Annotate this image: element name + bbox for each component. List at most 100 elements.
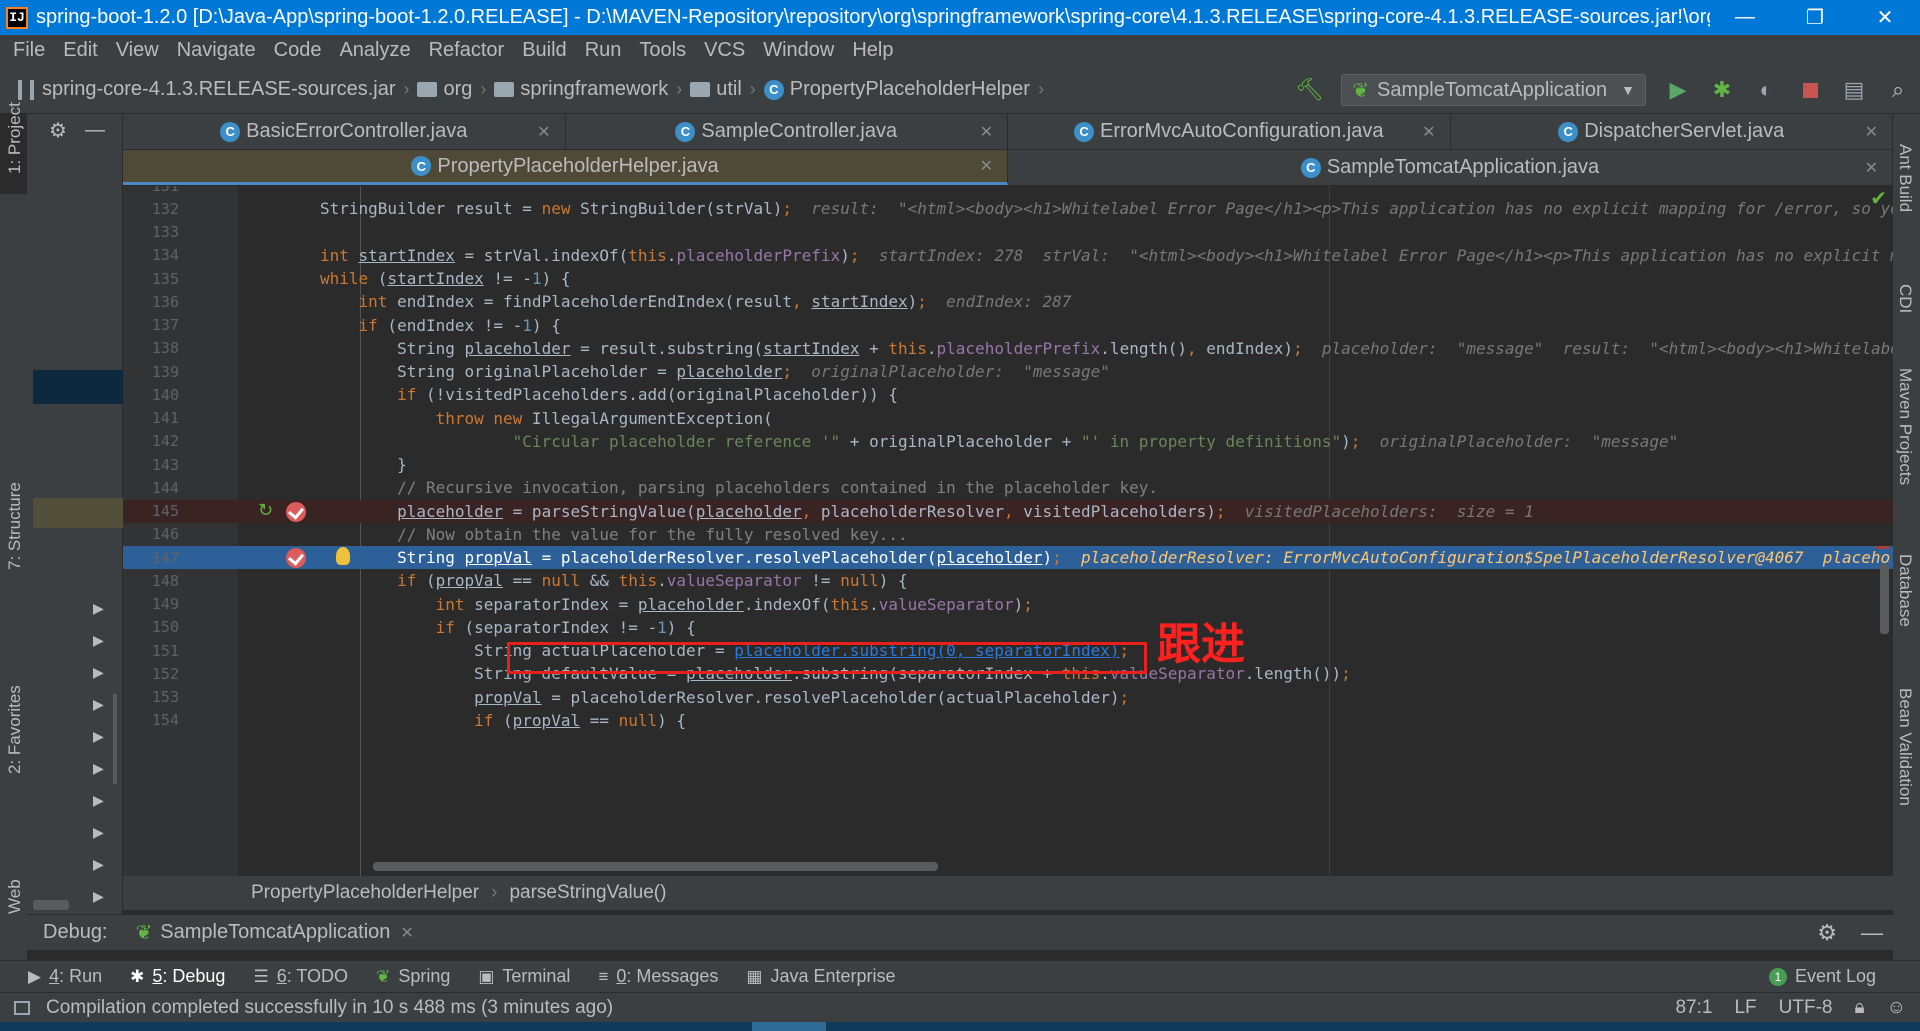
close-icon[interactable]: ✕ xyxy=(980,122,993,142)
gear-icon[interactable]: ⚙ xyxy=(49,118,67,143)
tree-expand-icon[interactable]: ▶ xyxy=(93,824,104,841)
run-configuration-selector[interactable]: ❦ SampleTomcatApplication ▼ xyxy=(1341,74,1646,106)
editor-vertical-scrollbar[interactable] xyxy=(1880,564,1889,634)
code-line[interactable]: 140 if (!visitedPlaceholders.add(origina… xyxy=(123,383,1893,406)
debug-icon[interactable]: ✱ xyxy=(1708,76,1736,104)
caret-position[interactable]: 87:1 xyxy=(1675,997,1712,1019)
tab-property-placeholder-helper[interactable]: C PropertyPlaceholderHelper.java ✕ xyxy=(123,150,1008,185)
breadcrumb-class[interactable]: PropertyPlaceholderHelper xyxy=(251,882,479,904)
collapse-icon[interactable]: — xyxy=(85,119,105,142)
code-line[interactable]: 132 StringBuilder result = new StringBuil… xyxy=(123,197,1893,220)
menu-code[interactable]: Code xyxy=(265,39,331,62)
code-line[interactable]: 149 int separatorIndex = placeholder.ind… xyxy=(123,593,1893,616)
close-icon[interactable]: ✕ xyxy=(1865,158,1878,178)
restore-button[interactable]: ❐ xyxy=(1780,0,1850,35)
tab-dispatcher-servlet[interactable]: C DispatcherServlet.java ✕ xyxy=(1451,114,1893,149)
close-icon[interactable]: ✕ xyxy=(1865,122,1878,142)
ant-build-tool-button[interactable]: Ant Build xyxy=(1895,144,1915,212)
todo-tool-button[interactable]: ☰ 6: TODO xyxy=(253,966,348,987)
maven-projects-tool-button[interactable]: Maven Projects xyxy=(1895,368,1915,485)
breakpoint-icon[interactable] xyxy=(286,501,306,522)
code-line[interactable]: 135 while (startIndex != -1) { xyxy=(123,267,1893,290)
hector-icon[interactable]: ☺ xyxy=(1887,997,1906,1019)
tree-expand-icon[interactable]: ▶ xyxy=(93,888,104,905)
rerun-icon[interactable]: ↻ xyxy=(258,500,273,521)
tree-expand-icon[interactable]: ▶ xyxy=(93,760,104,777)
project-vertical-scrollbar[interactable] xyxy=(113,694,117,784)
breakpoint-icon[interactable] xyxy=(286,548,306,568)
menu-navigate[interactable]: Navigate xyxy=(168,39,265,62)
project-horizontal-scrollbar[interactable] xyxy=(33,900,69,910)
inspection-ok-icon[interactable]: ✔ xyxy=(1870,186,1887,211)
favorites-tool-button[interactable]: 2: Favorites xyxy=(5,685,25,774)
nav-crumb-class[interactable]: C PropertyPlaceholderHelper › xyxy=(763,78,1044,101)
close-icon[interactable]: ✕ xyxy=(400,923,413,943)
nav-crumb-springframework[interactable]: springframework › xyxy=(494,78,682,101)
minimize-panel-icon[interactable]: — xyxy=(1861,920,1883,946)
code-line[interactable]: 147 String propVal = placeholderResolver… xyxy=(123,546,1893,570)
run-icon[interactable]: ▶ xyxy=(1664,76,1692,104)
menu-edit[interactable]: Edit xyxy=(54,39,106,62)
code-line[interactable]: 134 int startIndex = strVal.indexOf(this.… xyxy=(123,244,1893,267)
code-line[interactable]: 154 if (propVal == null) { xyxy=(123,709,1893,732)
lock-icon[interactable]: 🔒︎ xyxy=(1854,997,1864,1019)
menu-refactor[interactable]: Refactor xyxy=(420,39,514,62)
terminal-tool-button[interactable]: ▣ Terminal xyxy=(478,966,570,987)
tab-sample-tomcat-application[interactable]: C SampleTomcatApplication.java ✕ xyxy=(1008,150,1893,185)
coverage-icon[interactable]: ◐ xyxy=(1752,76,1780,104)
cdi-tool-button[interactable]: CDI xyxy=(1895,284,1915,313)
code-line[interactable]: 142 "Circular placeholder reference '" +… xyxy=(123,430,1893,453)
menu-build[interactable]: Build xyxy=(513,39,575,62)
tree-expand-icon[interactable]: ▶ xyxy=(93,632,104,649)
code-line[interactable]: 146 // Now obtain the value for the full… xyxy=(123,523,1893,546)
code-line[interactable]: 153 propVal = placeholderResolver.resolv… xyxy=(123,686,1893,709)
code-line[interactable]: 137 if (endIndex != -1) { xyxy=(123,314,1893,337)
code-line[interactable]: 141 throw new IllegalArgumentException( xyxy=(123,407,1893,430)
code-line[interactable]: 133 xyxy=(123,221,1893,244)
menu-analyze[interactable]: Analyze xyxy=(330,39,419,62)
java-enterprise-tool-button[interactable]: ▦ Java Enterprise xyxy=(746,966,895,987)
nav-crumb-org[interactable]: org › xyxy=(417,78,486,101)
tree-expand-icon[interactable]: ▶ xyxy=(93,696,104,713)
build-hammer-icon[interactable]: 🔨︎ xyxy=(1295,76,1323,104)
tree-expand-icon[interactable]: ▶ xyxy=(93,600,104,617)
close-icon[interactable]: ✕ xyxy=(1422,122,1435,142)
gear-icon[interactable]: ⚙ xyxy=(1817,920,1837,946)
menu-run[interactable]: Run xyxy=(576,39,631,62)
taskbar-active-app[interactable] xyxy=(752,1022,826,1031)
nav-crumb-jar[interactable]: spring-core-4.1.3.RELEASE-sources.jar › xyxy=(42,78,409,101)
tree-expand-icon[interactable]: ▶ xyxy=(93,792,104,809)
code-line[interactable]: 143 } xyxy=(123,453,1893,476)
code-line[interactable]: 145 placeholder = parseStringValue(place… xyxy=(123,499,1893,523)
tab-error-mvc-auto-configuration[interactable]: C ErrorMvcAutoConfiguration.java ✕ xyxy=(1008,114,1451,149)
tree-expand-icon[interactable]: ▶ xyxy=(93,728,104,745)
stop-icon[interactable] xyxy=(1796,76,1824,104)
nav-crumb-util[interactable]: util › xyxy=(690,78,756,101)
code-line[interactable]: 139 String originalPlaceholder = placeho… xyxy=(123,360,1893,383)
close-icon[interactable]: ✕ xyxy=(537,122,550,142)
tab-basic-error-controller[interactable]: C BasicErrorController.java ✕ xyxy=(123,114,566,149)
search-icon[interactable]: ⌕ xyxy=(1884,76,1912,104)
code-line[interactable]: 144 // Recursive invocation, parsing pla… xyxy=(123,476,1893,499)
web-tool-button[interactable]: Web xyxy=(5,879,25,914)
code-line[interactable]: 131 xyxy=(123,186,1893,197)
line-separator[interactable]: LF xyxy=(1734,997,1756,1019)
file-encoding[interactable]: UTF-8 xyxy=(1779,997,1833,1019)
close-window-button[interactable]: ✕ xyxy=(1850,0,1920,35)
error-stripe-mark[interactable] xyxy=(1875,546,1889,549)
menu-view[interactable]: View xyxy=(107,39,168,62)
menu-vcs[interactable]: VCS xyxy=(695,39,754,62)
project-tool-button[interactable]: 1: Project xyxy=(5,102,25,174)
code-line[interactable]: 136 int endIndex = findPlaceholderEndInd… xyxy=(123,290,1893,313)
tree-expand-icon[interactable]: ▶ xyxy=(93,664,104,681)
menu-help[interactable]: Help xyxy=(843,39,902,62)
spring-tool-button[interactable]: ❦ Spring xyxy=(376,966,450,987)
code-line[interactable]: 150 if (separatorIndex != -1) { xyxy=(123,616,1893,639)
code-line[interactable]: 148 if (propVal == null && this.valueSep… xyxy=(123,569,1893,592)
tool-windows-toggle-icon[interactable] xyxy=(14,1000,30,1015)
menu-tools[interactable]: Tools xyxy=(630,39,695,62)
code-line[interactable]: 138 String placeholder = result.substrin… xyxy=(123,337,1893,360)
project-tree-highlight[interactable] xyxy=(33,498,123,528)
bean-validation-tool-button[interactable]: Bean Validation xyxy=(1895,688,1915,806)
breadcrumb-method[interactable]: parseStringValue() xyxy=(509,882,666,904)
